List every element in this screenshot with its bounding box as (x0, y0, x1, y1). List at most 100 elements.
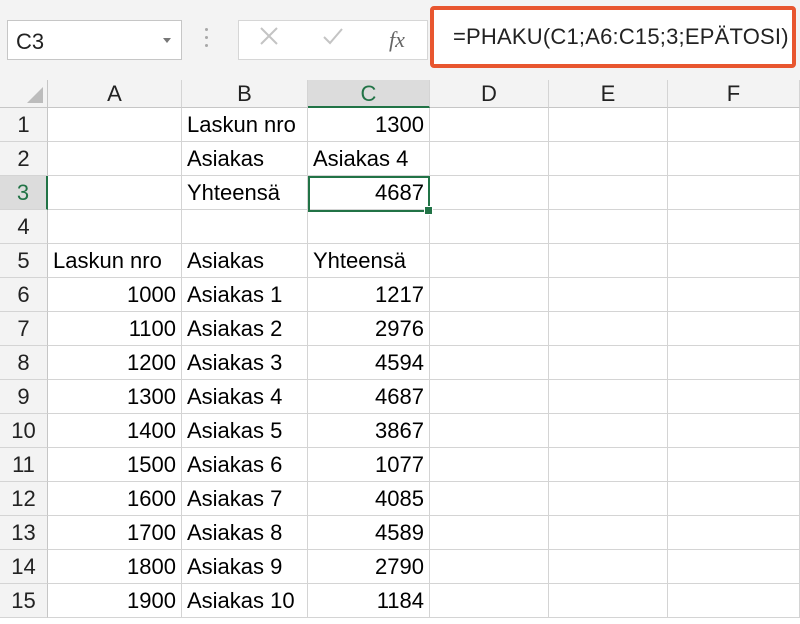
row-header-11[interactable]: 11 (0, 448, 48, 482)
cell-a8[interactable]: 1200 (48, 346, 182, 380)
cell-f10[interactable] (668, 414, 800, 448)
cell-f7[interactable] (668, 312, 800, 346)
cell-e14[interactable] (549, 550, 668, 584)
cell-f15[interactable] (668, 584, 800, 618)
cell-a12[interactable]: 1600 (48, 482, 182, 516)
cell-d1[interactable] (430, 108, 549, 142)
cell-d12[interactable] (430, 482, 549, 516)
cell-e3[interactable] (549, 176, 668, 210)
cell-c2[interactable]: Asiakas 4 (308, 142, 430, 176)
column-header-a[interactable]: A (48, 80, 182, 108)
column-header-c[interactable]: C (308, 80, 430, 108)
cell-b14[interactable]: Asiakas 9 (182, 550, 308, 584)
cell-d10[interactable] (430, 414, 549, 448)
cell-a10[interactable]: 1400 (48, 414, 182, 448)
cell-e12[interactable] (549, 482, 668, 516)
cell-c1[interactable]: 1300 (308, 108, 430, 142)
row-header-14[interactable]: 14 (0, 550, 48, 584)
row-header-6[interactable]: 6 (0, 278, 48, 312)
cell-c12[interactable]: 4085 (308, 482, 430, 516)
cell-a14[interactable]: 1800 (48, 550, 182, 584)
cell-e7[interactable] (549, 312, 668, 346)
cell-e15[interactable] (549, 584, 668, 618)
row-header-8[interactable]: 8 (0, 346, 48, 380)
row-header-3[interactable]: 3 (0, 176, 48, 210)
cell-f5[interactable] (668, 244, 800, 278)
row-header-9[interactable]: 9 (0, 380, 48, 414)
cell-d14[interactable] (430, 550, 549, 584)
cell-b12[interactable]: Asiakas 7 (182, 482, 308, 516)
cell-f6[interactable] (668, 278, 800, 312)
cell-e2[interactable] (549, 142, 668, 176)
cell-c15[interactable]: 1184 (308, 584, 430, 618)
cell-d11[interactable] (430, 448, 549, 482)
column-header-f[interactable]: F (668, 80, 800, 108)
cell-f9[interactable] (668, 380, 800, 414)
cell-f4[interactable] (668, 210, 800, 244)
row-header-10[interactable]: 10 (0, 414, 48, 448)
cell-a1[interactable] (48, 108, 182, 142)
cell-b13[interactable]: Asiakas 8 (182, 516, 308, 550)
cell-c10[interactable]: 3867 (308, 414, 430, 448)
cell-d9[interactable] (430, 380, 549, 414)
cell-b4[interactable] (182, 210, 308, 244)
cell-f2[interactable] (668, 142, 800, 176)
cell-f14[interactable] (668, 550, 800, 584)
cell-c14[interactable]: 2790 (308, 550, 430, 584)
cell-b2[interactable]: Asiakas (182, 142, 308, 176)
row-header-5[interactable]: 5 (0, 244, 48, 278)
cell-d8[interactable] (430, 346, 549, 380)
cell-f11[interactable] (668, 448, 800, 482)
cell-f1[interactable] (668, 108, 800, 142)
cell-b8[interactable]: Asiakas 3 (182, 346, 308, 380)
cell-e9[interactable] (549, 380, 668, 414)
cell-a6[interactable]: 1000 (48, 278, 182, 312)
row-header-13[interactable]: 13 (0, 516, 48, 550)
cell-d6[interactable] (430, 278, 549, 312)
cell-c6[interactable]: 1217 (308, 278, 430, 312)
cell-f12[interactable] (668, 482, 800, 516)
cell-a15[interactable]: 1900 (48, 584, 182, 618)
cell-b7[interactable]: Asiakas 2 (182, 312, 308, 346)
cell-f13[interactable] (668, 516, 800, 550)
cell-d13[interactable] (430, 516, 549, 550)
cell-d4[interactable] (430, 210, 549, 244)
cell-b9[interactable]: Asiakas 4 (182, 380, 308, 414)
cell-c13[interactable]: 4589 (308, 516, 430, 550)
cell-a9[interactable]: 1300 (48, 380, 182, 414)
cell-c7[interactable]: 2976 (308, 312, 430, 346)
cell-b15[interactable]: Asiakas 10 (182, 584, 308, 618)
cell-a5[interactable]: Laskun nro (48, 244, 182, 278)
cell-d7[interactable] (430, 312, 549, 346)
cell-e5[interactable] (549, 244, 668, 278)
cell-e11[interactable] (549, 448, 668, 482)
cell-b5[interactable]: Asiakas (182, 244, 308, 278)
row-header-4[interactable]: 4 (0, 210, 48, 244)
name-box[interactable]: C3 (7, 20, 182, 60)
cell-b1[interactable]: Laskun nro (182, 108, 308, 142)
column-header-e[interactable]: E (549, 80, 668, 108)
cell-e8[interactable] (549, 346, 668, 380)
cell-c4[interactable] (308, 210, 430, 244)
active-cell-selection[interactable] (308, 176, 433, 215)
cell-d3[interactable] (430, 176, 549, 210)
cell-f3[interactable] (668, 176, 800, 210)
cell-e13[interactable] (549, 516, 668, 550)
row-header-1[interactable]: 1 (0, 108, 48, 142)
cell-a7[interactable]: 1100 (48, 312, 182, 346)
cell-a2[interactable] (48, 142, 182, 176)
row-header-2[interactable]: 2 (0, 142, 48, 176)
cell-f8[interactable] (668, 346, 800, 380)
cell-a3[interactable] (48, 176, 182, 210)
chevron-down-icon[interactable] (163, 38, 171, 43)
cell-e1[interactable] (549, 108, 668, 142)
cell-e10[interactable] (549, 414, 668, 448)
cell-e6[interactable] (549, 278, 668, 312)
cell-a11[interactable]: 1500 (48, 448, 182, 482)
cell-b10[interactable]: Asiakas 5 (182, 414, 308, 448)
cell-a13[interactable]: 1700 (48, 516, 182, 550)
row-header-7[interactable]: 7 (0, 312, 48, 346)
cell-b3[interactable]: Yhteensä (182, 176, 308, 210)
cell-c9[interactable]: 4687 (308, 380, 430, 414)
row-header-15[interactable]: 15 (0, 584, 48, 618)
